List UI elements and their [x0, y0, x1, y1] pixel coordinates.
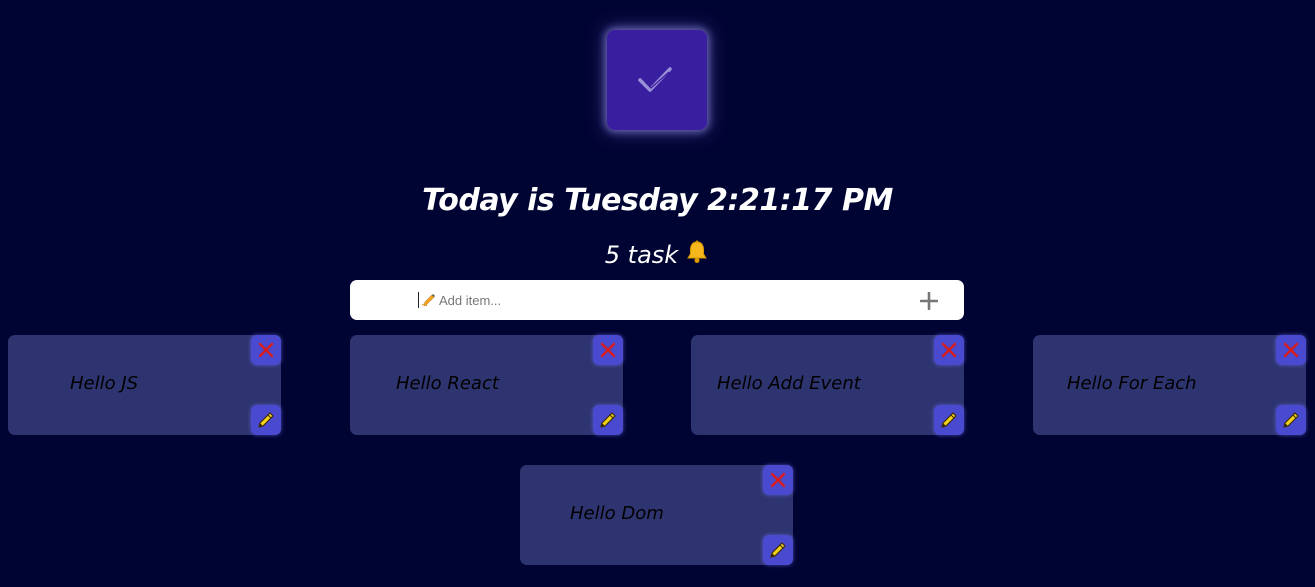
task-count-text: 5 task	[604, 241, 679, 269]
edit-button[interactable]	[934, 405, 964, 435]
pencil-icon	[258, 412, 274, 428]
text-cursor	[418, 292, 419, 308]
task-card: Hello For Each	[1033, 335, 1306, 435]
page-title: Today is Tuesday 2:21:17 PM	[422, 183, 893, 218]
pencil-icon	[770, 542, 786, 558]
delete-button[interactable]	[934, 335, 964, 365]
add-item-input[interactable]	[439, 290, 879, 310]
edit-button[interactable]	[593, 405, 623, 435]
plus-icon[interactable]	[919, 291, 939, 311]
delete-button[interactable]	[1276, 335, 1306, 365]
close-icon	[1283, 342, 1299, 358]
delete-button[interactable]	[251, 335, 281, 365]
delete-button[interactable]	[763, 465, 793, 495]
task-label: Hello For Each	[1067, 373, 1197, 394]
task-card: Hello Add Event	[691, 335, 964, 435]
bell-icon	[684, 239, 710, 271]
double-check-icon	[638, 67, 672, 92]
task-count: 5 task	[0, 239, 1315, 271]
writing-hand-icon	[421, 292, 437, 312]
edit-button[interactable]	[1276, 405, 1306, 435]
app-logo	[607, 30, 707, 130]
task-label: Hello React	[396, 373, 499, 394]
close-icon	[941, 342, 957, 358]
task-label: Hello Add Event	[717, 373, 861, 394]
task-card: Hello Dom	[520, 465, 793, 565]
add-item-bar	[350, 280, 964, 320]
pencil-icon	[941, 412, 957, 428]
task-label: Hello Dom	[570, 503, 664, 524]
close-icon	[258, 342, 274, 358]
task-card: Hello React	[350, 335, 623, 435]
delete-button[interactable]	[593, 335, 623, 365]
close-icon	[600, 342, 616, 358]
pencil-icon	[600, 412, 616, 428]
task-card: Hello JS	[8, 335, 281, 435]
pencil-icon	[1283, 412, 1299, 428]
close-icon	[770, 472, 786, 488]
task-label: Hello JS	[70, 373, 139, 394]
edit-button[interactable]	[251, 405, 281, 435]
edit-button[interactable]	[763, 535, 793, 565]
